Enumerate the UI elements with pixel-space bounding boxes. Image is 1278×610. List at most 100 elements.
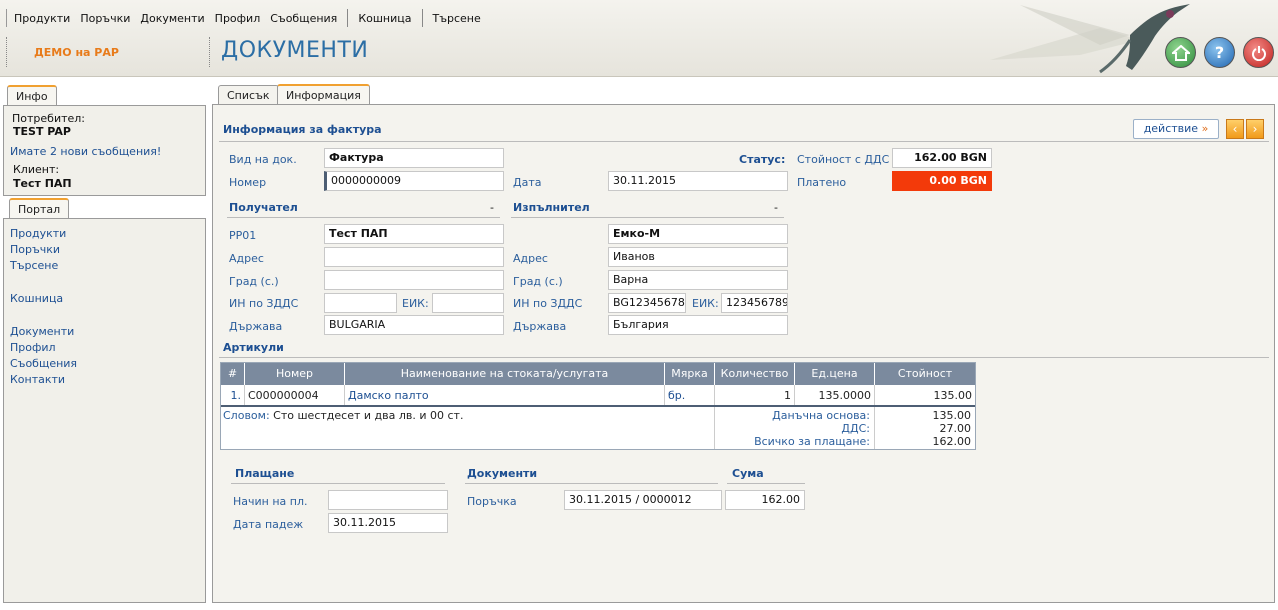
number-field[interactable]: 0000000009 [324, 171, 504, 191]
recipient-vat-field[interactable] [324, 293, 397, 313]
page-title: ДОКУМЕНТИ [221, 38, 369, 63]
user-name: TEST PAP [13, 125, 71, 138]
table-header: # Номер Наименование на стоката/услугата… [221, 363, 975, 385]
sum-field: 162.00 [725, 490, 805, 510]
col-name: Наименование на стоката/услугата [345, 363, 665, 385]
issuer-eik-field[interactable]: 123456789 [721, 293, 788, 313]
menu-messages[interactable]: Съобщения [265, 12, 342, 25]
issuer-dash: - [774, 201, 778, 214]
issuer-vat-field[interactable]: BG123456789 [608, 293, 686, 313]
divider [727, 483, 805, 484]
doc-type-field[interactable]: Фактура [324, 148, 504, 168]
tab-info[interactable]: Инфо [7, 85, 57, 106]
row-index: 1. [221, 385, 245, 405]
help-button[interactable]: ? [1204, 37, 1235, 68]
order-label: Поръчка [467, 495, 517, 508]
divider [219, 357, 1269, 358]
row-name[interactable]: Дамско палто [345, 385, 665, 405]
sidebar-item-messages[interactable]: Съобщения [10, 357, 77, 370]
menu-profile[interactable]: Профил [210, 12, 266, 25]
number-label: Номер [229, 176, 267, 189]
logout-button[interactable] [1243, 37, 1274, 68]
table-row[interactable]: 1. C000000004 Дамско палто бр. 1 135.000… [221, 385, 975, 407]
chevron-right-icon: › [1252, 122, 1258, 136]
issuer-city-field[interactable]: Варна [608, 270, 788, 290]
payment-method-label: Начин на пл. [233, 495, 308, 508]
totals-labels: Данъчна основа: ДДС: Всичко за плащане: [715, 407, 875, 449]
tax-base-label: Данъчна основа: [772, 409, 870, 422]
issuer-country-field[interactable]: България [608, 315, 788, 335]
top-bar: Продукти Поръчки Документи Профил Съобще… [0, 0, 1278, 77]
order-field[interactable]: 30.11.2015 / 0000012 [564, 490, 722, 510]
issuer-name-field[interactable]: Емко-М [608, 224, 788, 244]
menu-cart[interactable]: Кошница [353, 12, 416, 25]
recipient-address-field[interactable] [324, 247, 504, 267]
recipient-city-field[interactable] [324, 270, 504, 290]
menu-separator [347, 9, 349, 27]
date-label: Дата [513, 176, 542, 189]
company-name: ДЕМО на РАР [34, 46, 119, 59]
row-price: 135.0000 [795, 385, 875, 405]
chevron-left-icon: ‹ [1232, 122, 1238, 136]
totals-values: 135.00 27.00 162.00 [875, 407, 975, 449]
help-icon: ? [1214, 43, 1225, 62]
sidebar-item-cart[interactable]: Кошница [10, 292, 63, 305]
action-button[interactable]: действие » [1133, 119, 1219, 139]
paid-label: Платено [797, 176, 847, 189]
col-qty: Количество [715, 363, 795, 385]
recipient-title: Получател [229, 201, 298, 214]
amount-in-words: Словом: Сто шестдесет и два лв. и 00 ст. [221, 407, 715, 449]
recipient-name-field[interactable]: Тест ПАП [324, 224, 504, 244]
words-label: Словом: [223, 409, 270, 422]
payment-title: Плащане [235, 467, 295, 480]
date-field[interactable]: 30.11.2015 [608, 171, 788, 191]
tab-information[interactable]: Информация [277, 84, 370, 106]
sidebar-item-products[interactable]: Продукти [10, 227, 66, 240]
divider [6, 37, 7, 67]
recipient-eik-label: ЕИК: [402, 297, 429, 310]
next-button[interactable]: › [1246, 119, 1264, 139]
words-value: Сто шестдесет и два лв. и 00 ст. [273, 409, 464, 422]
sidebar-item-contacts[interactable]: Контакти [10, 373, 65, 386]
divider [231, 483, 445, 484]
new-messages-link[interactable]: Имате 2 нови съобщения! [10, 145, 161, 158]
issuer-address-field[interactable]: Иванов [608, 247, 788, 267]
hummingbird-logo [990, 4, 1190, 74]
row-code[interactable]: C000000004 [245, 385, 345, 405]
issuer-title: Изпълнител [513, 201, 590, 214]
sidebar-item-documents[interactable]: Документи [10, 325, 74, 338]
col-unit: Мярка [665, 363, 715, 385]
info-panel: Потребител: TEST PAP Имате 2 нови съобще… [3, 105, 206, 196]
home-button[interactable] [1165, 37, 1196, 68]
sidebar-item-orders[interactable]: Поръчки [10, 243, 60, 256]
recipient-country-field[interactable]: BULGARIA [324, 315, 504, 335]
tab-list[interactable]: Списък [218, 85, 279, 106]
menu-orders[interactable]: Поръчки [75, 12, 135, 25]
main-menu: Продукти Поръчки Документи Профил Съобще… [6, 8, 486, 28]
divider [465, 483, 718, 484]
table-footer: Словом: Сто шестдесет и два лв. и 00 ст.… [221, 407, 975, 449]
due-date-label: Дата падеж [233, 518, 304, 531]
documents-title: Документи [467, 467, 538, 480]
tax-base-value: 135.00 [932, 409, 972, 422]
menu-documents[interactable]: Документи [135, 12, 209, 25]
payment-method-field[interactable] [328, 490, 448, 510]
recipient-dash: - [490, 201, 494, 214]
total-vat-label: Стойност с ДДС [797, 153, 890, 166]
prev-button[interactable]: ‹ [1226, 119, 1244, 139]
sidebar-item-search[interactable]: Търсене [10, 259, 58, 272]
divider [511, 217, 784, 218]
recipient-eik-field[interactable] [432, 293, 504, 313]
menu-search[interactable]: Търсене [428, 12, 486, 25]
divider [209, 37, 210, 67]
tab-portal[interactable]: Портал [9, 198, 70, 219]
client-name: Тест ПАП [13, 177, 72, 190]
menu-products[interactable]: Продукти [9, 12, 75, 25]
sidebar-item-profile[interactable]: Профил [10, 341, 56, 354]
recipient-vat-label: ИН по ЗДДС [229, 297, 299, 310]
issuer-address-label: Адрес [513, 252, 548, 265]
vat-value: 27.00 [939, 422, 972, 435]
sum-title: Сума [732, 467, 764, 480]
arrow-icon: » [1201, 122, 1209, 135]
due-date-field[interactable]: 30.11.2015 [328, 513, 448, 533]
